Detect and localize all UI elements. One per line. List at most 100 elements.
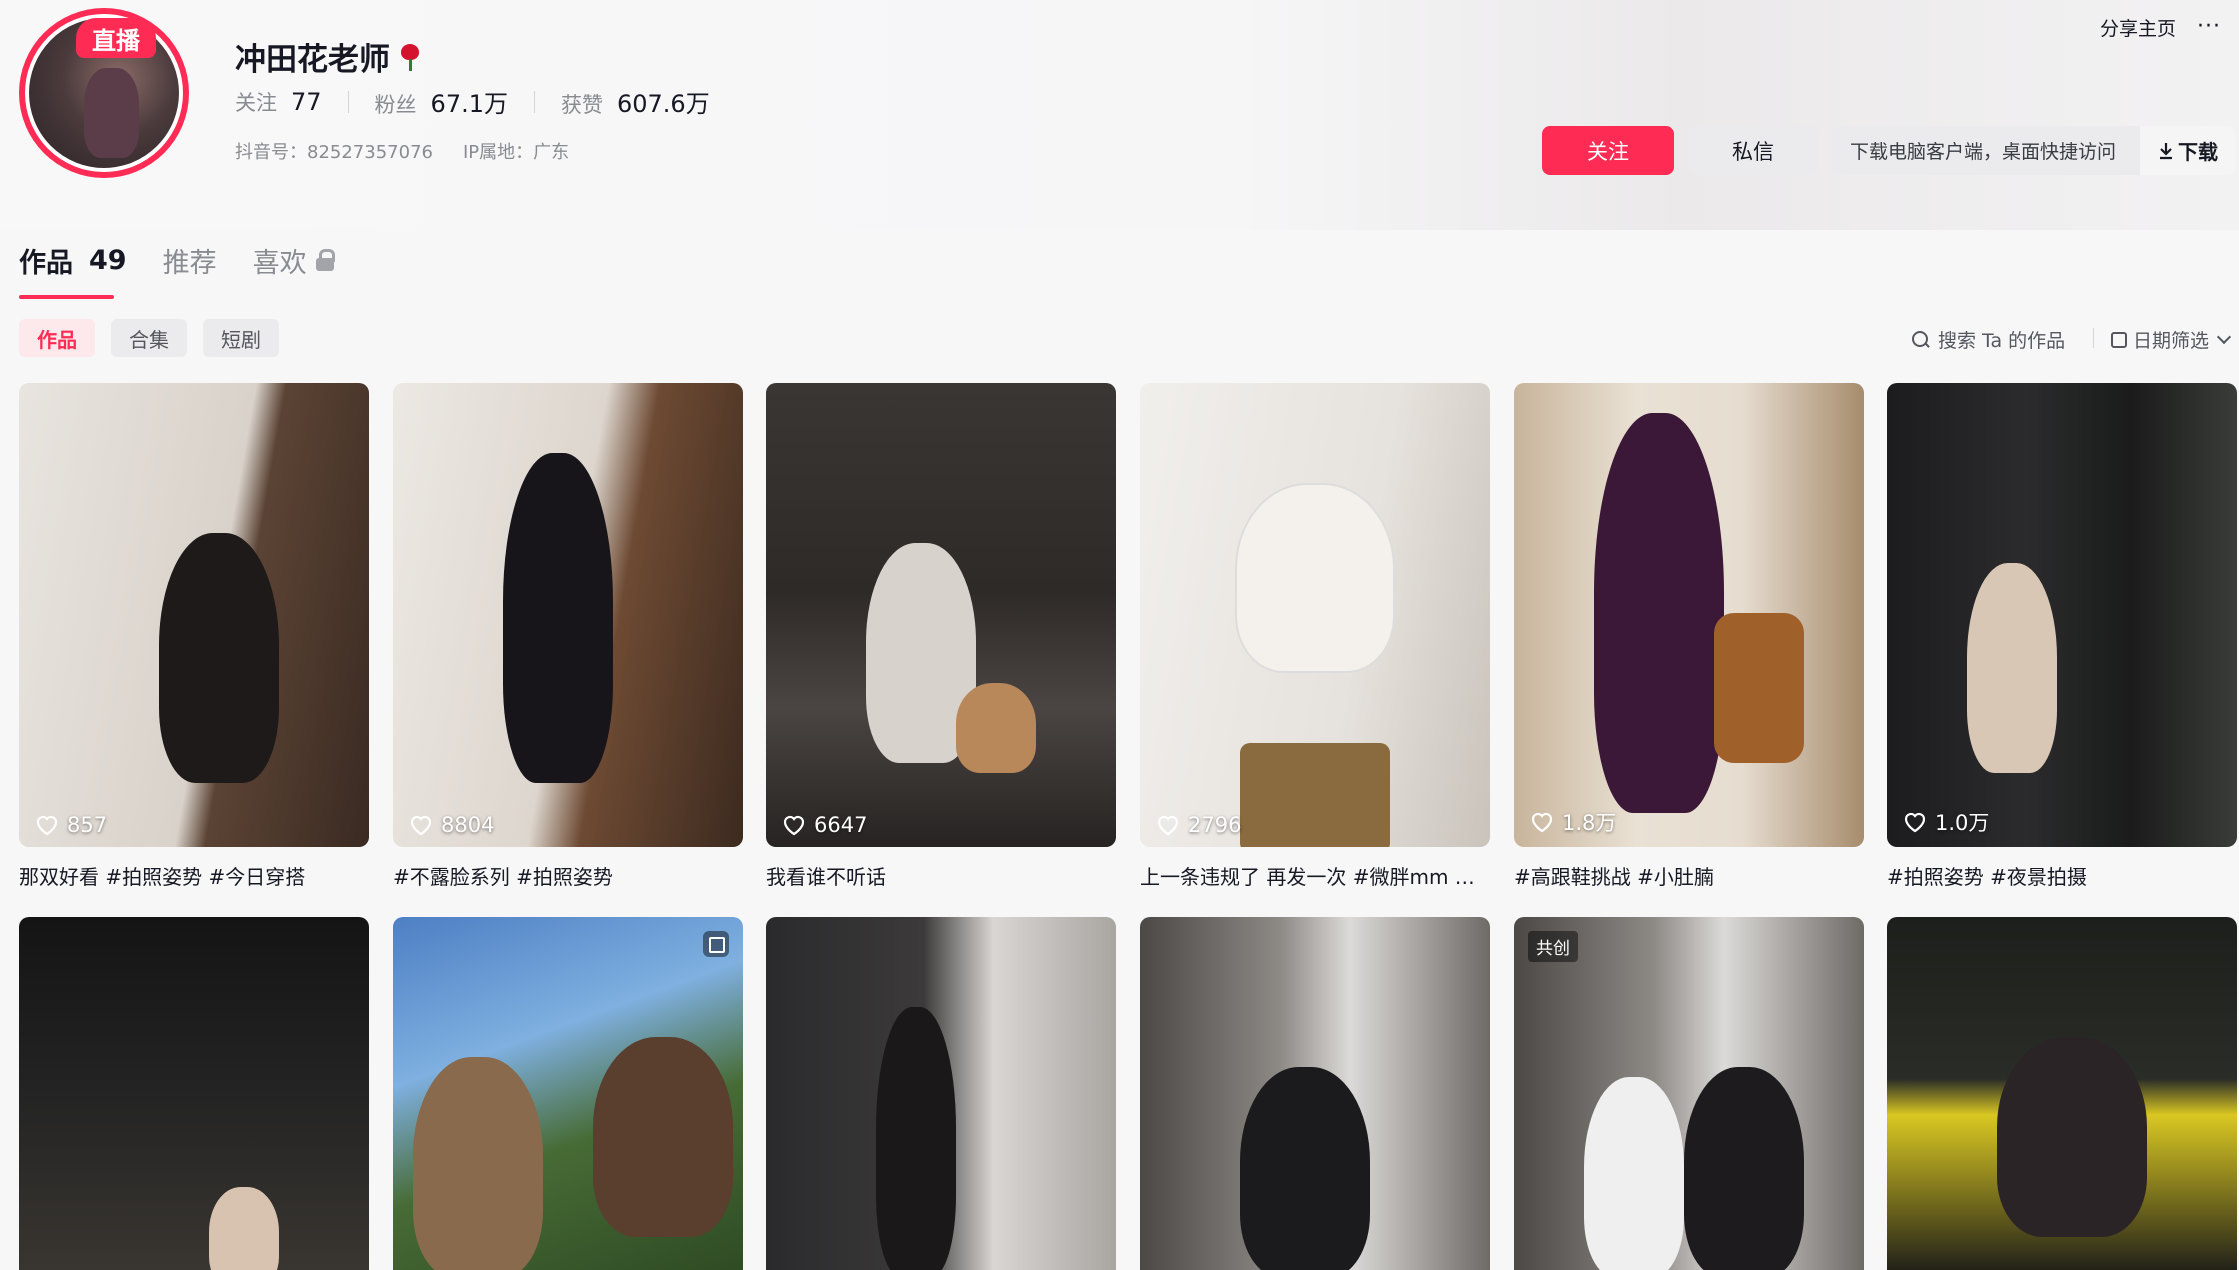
- video-figure: [1584, 1077, 1684, 1270]
- stat-likes: 获赞 607.6万: [561, 84, 710, 119]
- chip-collections[interactable]: 合集: [111, 319, 187, 357]
- video-card[interactable]: 857 那双好看 #拍照姿势 #今日穿搭: [19, 383, 369, 890]
- heart-icon: [1157, 815, 1179, 836]
- video-card[interactable]: 共创: [1514, 917, 1864, 1270]
- video-thumbnail[interactable]: 2796: [1140, 383, 1490, 847]
- stat-divider: [347, 90, 349, 113]
- live-badge[interactable]: 直播: [76, 18, 156, 58]
- video-thumbnail[interactable]: [766, 917, 1116, 1270]
- tab-recommended[interactable]: 推荐: [163, 240, 217, 280]
- lock-icon: [315, 249, 335, 271]
- video-caption[interactable]: 我看谁不听话: [766, 861, 1116, 890]
- video-likes-count: 6647: [814, 813, 868, 837]
- video-caption[interactable]: 那双好看 #拍照姿势 #今日穿搭: [19, 861, 369, 890]
- video-thumbnail[interactable]: 6647: [766, 383, 1116, 847]
- stat-followers-label: 粉丝: [374, 93, 417, 117]
- video-figure: [1240, 1067, 1370, 1270]
- message-button[interactable]: 私信: [1688, 126, 1818, 175]
- video-thumbnail[interactable]: 1.8万: [1514, 383, 1864, 847]
- video-likes-count: 1.0万: [1935, 811, 1990, 835]
- chip-works[interactable]: 作品: [19, 319, 95, 357]
- rose-icon: [398, 42, 422, 72]
- active-tab-indicator: [19, 295, 114, 299]
- video-figure: [159, 533, 279, 783]
- video-card[interactable]: [1140, 917, 1490, 1270]
- video-card[interactable]: [766, 917, 1116, 1270]
- video-caption[interactable]: 上一条违规了 再发一次 #微胖mm #…: [1140, 861, 1490, 890]
- date-filter-dropdown[interactable]: 日期筛选: [2111, 326, 2232, 353]
- heart-icon: [1904, 812, 1926, 833]
- video-figure: [1235, 483, 1395, 673]
- video-card[interactable]: 6647 我看谁不听话: [766, 383, 1116, 890]
- tab-recommended-label: 推荐: [162, 247, 217, 279]
- co-create-badge: 共创: [1528, 931, 1578, 962]
- stat-following[interactable]: 关注 77: [235, 87, 322, 117]
- video-chair: [1714, 613, 1804, 763]
- video-likes: 857: [35, 813, 107, 837]
- follow-button[interactable]: 关注: [1542, 126, 1674, 175]
- video-deer-figure: [413, 1057, 543, 1270]
- filter-divider: [2093, 328, 2094, 348]
- stat-following-label: 关注: [235, 90, 277, 115]
- chevron-down-icon: [2216, 329, 2232, 345]
- video-card[interactable]: 8804 #不露脸系列 #拍照姿势: [393, 383, 743, 890]
- video-figure: [1997, 1037, 2147, 1237]
- stat-likes-value: 607.6万: [616, 90, 710, 118]
- profile-stats: 关注 77 粉丝 67.1万 获赞 607.6万: [235, 84, 710, 119]
- video-figure: [593, 1037, 733, 1237]
- download-button[interactable]: 下载: [2140, 126, 2236, 175]
- video-thumbnail[interactable]: [393, 917, 743, 1270]
- video-caption[interactable]: #拍照姿势 #夜景拍摄: [1887, 861, 2237, 890]
- video-likes: 8804: [409, 813, 494, 837]
- download-icon: [2160, 142, 2172, 159]
- download-client-banner: 下载电脑客户端，桌面快捷访问 下载: [1832, 126, 2236, 175]
- video-card[interactable]: 1.8万 #高跟鞋挑战 #小肚腩: [1514, 383, 1864, 890]
- more-options-icon[interactable]: ···: [2197, 14, 2221, 39]
- video-thumbnail[interactable]: 共创: [1514, 917, 1864, 1270]
- avatar[interactable]: 直播: [19, 8, 189, 178]
- stat-divider: [533, 90, 535, 113]
- video-dog-figure: [956, 683, 1036, 773]
- video-card[interactable]: [393, 917, 743, 1270]
- heart-icon: [1531, 812, 1553, 833]
- video-thumbnail[interactable]: 8804: [393, 383, 743, 847]
- tab-likes[interactable]: 喜欢: [253, 240, 335, 280]
- video-thumbnail[interactable]: 857: [19, 383, 369, 847]
- video-likes-count: 2796: [1188, 813, 1242, 837]
- video-card[interactable]: [19, 917, 369, 1270]
- video-figure-2: [1684, 1067, 1804, 1270]
- video-card[interactable]: 1.0万 #拍照姿势 #夜景拍摄: [1887, 383, 2237, 890]
- video-card[interactable]: 2796 上一条违规了 再发一次 #微胖mm #…: [1140, 383, 1490, 890]
- works-filter-chips: 作品 合集 短剧: [19, 319, 279, 357]
- video-figure: [209, 1187, 279, 1270]
- video-likes: 1.8万: [1530, 807, 1616, 837]
- ip-location: IP属地：广东: [462, 142, 570, 163]
- heart-icon: [410, 815, 432, 836]
- stat-likes-label: 获赞: [560, 93, 603, 117]
- video-caption[interactable]: #高跟鞋挑战 #小肚腩: [1514, 861, 1864, 890]
- video-likes-count: 1.8万: [1562, 811, 1617, 835]
- share-home-link[interactable]: 分享主页: [2100, 14, 2176, 41]
- video-card[interactable]: [1887, 917, 2237, 1270]
- video-thumbnail[interactable]: [19, 917, 369, 1270]
- heart-icon: [36, 815, 58, 836]
- search-works-input[interactable]: 搜索 Ta 的作品: [1912, 326, 2065, 353]
- video-figure: [1967, 563, 2057, 773]
- video-thumbnail[interactable]: [1887, 917, 2237, 1270]
- video-thumbnail[interactable]: 1.0万: [1887, 383, 2237, 847]
- username-text: 冲田花老师: [235, 42, 390, 78]
- video-likes: 1.0万: [1903, 807, 1989, 837]
- chip-short-dramas[interactable]: 短剧: [203, 319, 279, 357]
- video-figure: [1594, 413, 1724, 813]
- stat-following-value: 77: [291, 87, 322, 116]
- video-figure: [876, 1007, 956, 1270]
- douyin-id: 抖音号：82527357076: [235, 142, 433, 163]
- video-figure-bottom: [1240, 743, 1390, 847]
- video-likes-count: 8804: [441, 813, 495, 837]
- calendar-icon: [2111, 331, 2127, 348]
- tab-works-label: 作品: [19, 247, 73, 279]
- video-thumbnail[interactable]: [1140, 917, 1490, 1270]
- stat-followers[interactable]: 粉丝 67.1万: [375, 84, 508, 119]
- tab-works[interactable]: 作品 49: [19, 240, 127, 280]
- video-caption[interactable]: #不露脸系列 #拍照姿势: [393, 861, 743, 890]
